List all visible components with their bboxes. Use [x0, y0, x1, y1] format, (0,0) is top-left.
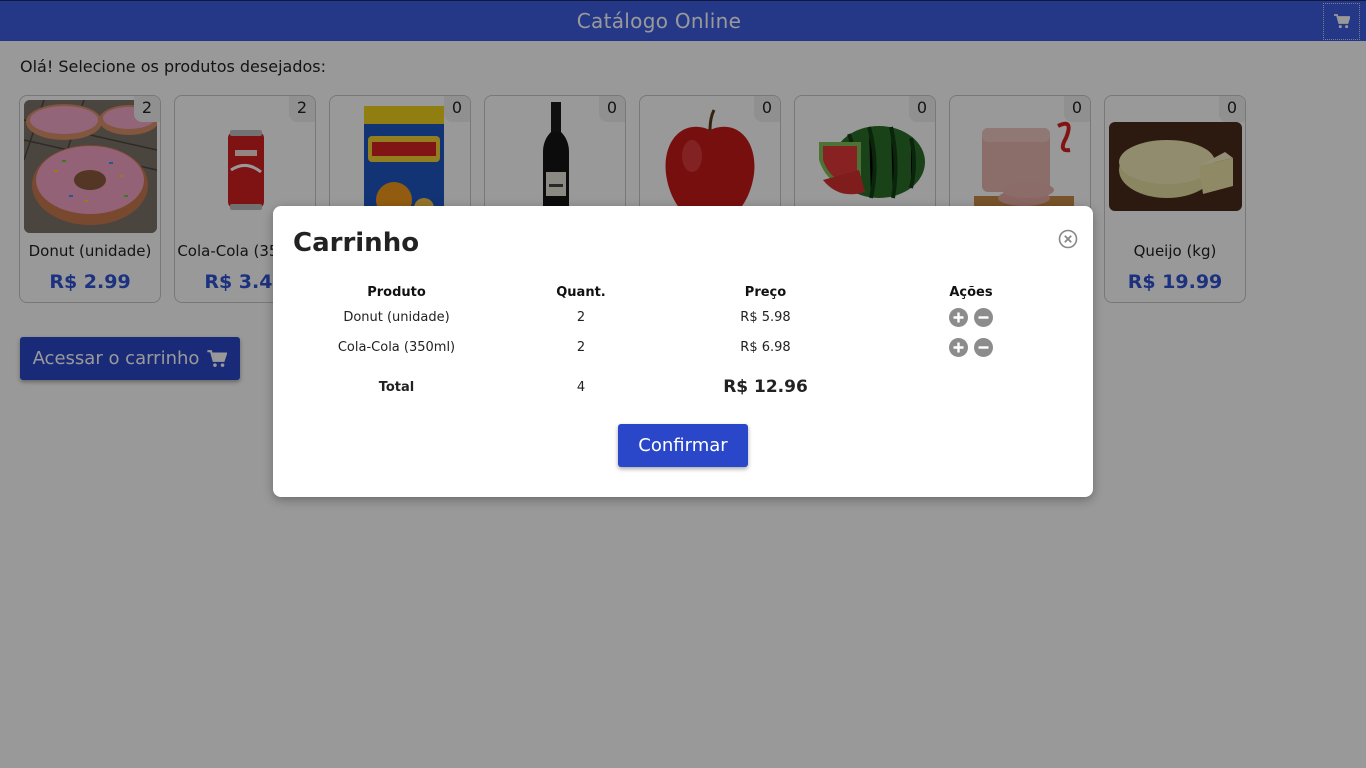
total-quantity: 4 — [576, 379, 586, 395]
confirm-button[interactable]: Confirmar — [618, 424, 748, 467]
plus-circle-icon[interactable] — [949, 337, 968, 357]
cart-table: Produto Quant. Preço Ações Donut (unidad… — [293, 282, 1073, 412]
table-row: Cola-Cola (350ml) 2 R$ 6.98 — [293, 332, 1073, 362]
table-header: Produto Quant. Preço Ações — [293, 282, 1073, 302]
total-label: Total — [378, 379, 415, 395]
row-actions — [869, 332, 1073, 362]
row-price: R$ 6.98 — [740, 339, 791, 355]
column-header-actions: Ações — [949, 284, 993, 300]
row-product: Cola-Cola (350ml) — [337, 339, 456, 355]
row-price: R$ 5.98 — [740, 309, 791, 325]
modal-title: Carrinho — [293, 228, 420, 258]
total-price: R$ 12.96 — [723, 377, 808, 397]
total-row: Total 4 R$ 12.96 — [293, 362, 1073, 412]
row-actions — [869, 302, 1073, 332]
row-quantity: 2 — [576, 339, 586, 355]
row-product: Donut (unidade) — [343, 309, 450, 325]
table-row: Donut (unidade) 2 R$ 5.98 — [293, 302, 1073, 332]
close-circle-icon[interactable] — [1058, 229, 1078, 249]
plus-circle-icon[interactable] — [949, 307, 968, 327]
minus-circle-icon[interactable] — [974, 307, 993, 327]
column-header-price: Preço — [744, 284, 787, 300]
column-header-product: Produto — [367, 284, 426, 300]
row-quantity: 2 — [576, 309, 586, 325]
cart-modal: Carrinho Produto Quant. Preço Ações Donu… — [273, 206, 1093, 497]
minus-circle-icon[interactable] — [974, 337, 993, 357]
column-header-quantity: Quant. — [556, 284, 606, 300]
